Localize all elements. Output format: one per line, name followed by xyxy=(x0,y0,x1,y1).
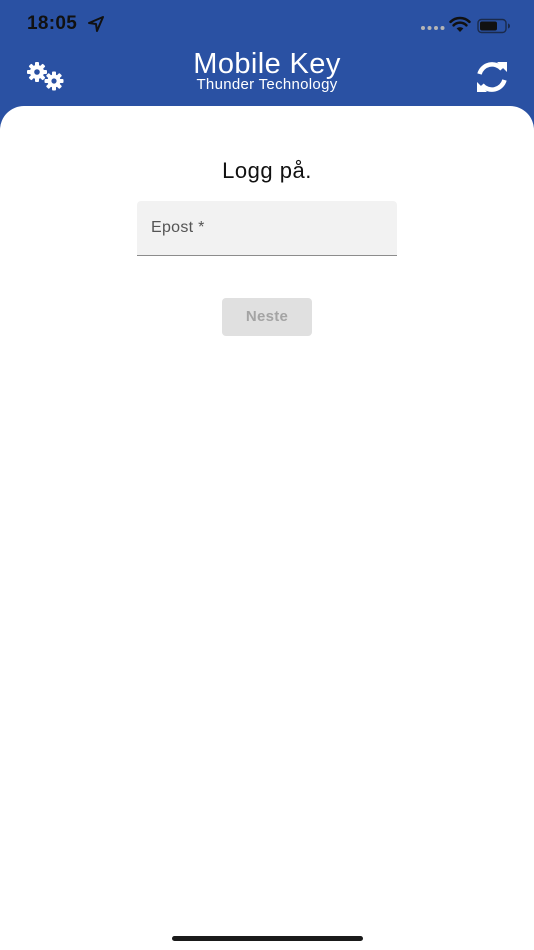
status-time: 18:05 xyxy=(27,13,78,34)
app-subtitle: Thunder Technology xyxy=(196,76,338,93)
app-header: Mobile Key Thunder Technology xyxy=(0,40,534,110)
login-panel: Logg på. Epost * Neste xyxy=(0,106,534,950)
email-field-label: Epost * xyxy=(151,219,205,236)
home-indicator xyxy=(172,936,363,941)
email-field[interactable]: Epost * xyxy=(137,201,397,256)
battery-icon xyxy=(477,18,510,34)
wifi-icon xyxy=(449,16,471,32)
refresh-icon[interactable] xyxy=(474,59,510,95)
next-button[interactable]: Neste xyxy=(222,298,312,336)
signal-icon xyxy=(421,26,445,30)
location-arrow-icon xyxy=(88,16,104,32)
login-heading: Logg på. xyxy=(222,158,312,183)
